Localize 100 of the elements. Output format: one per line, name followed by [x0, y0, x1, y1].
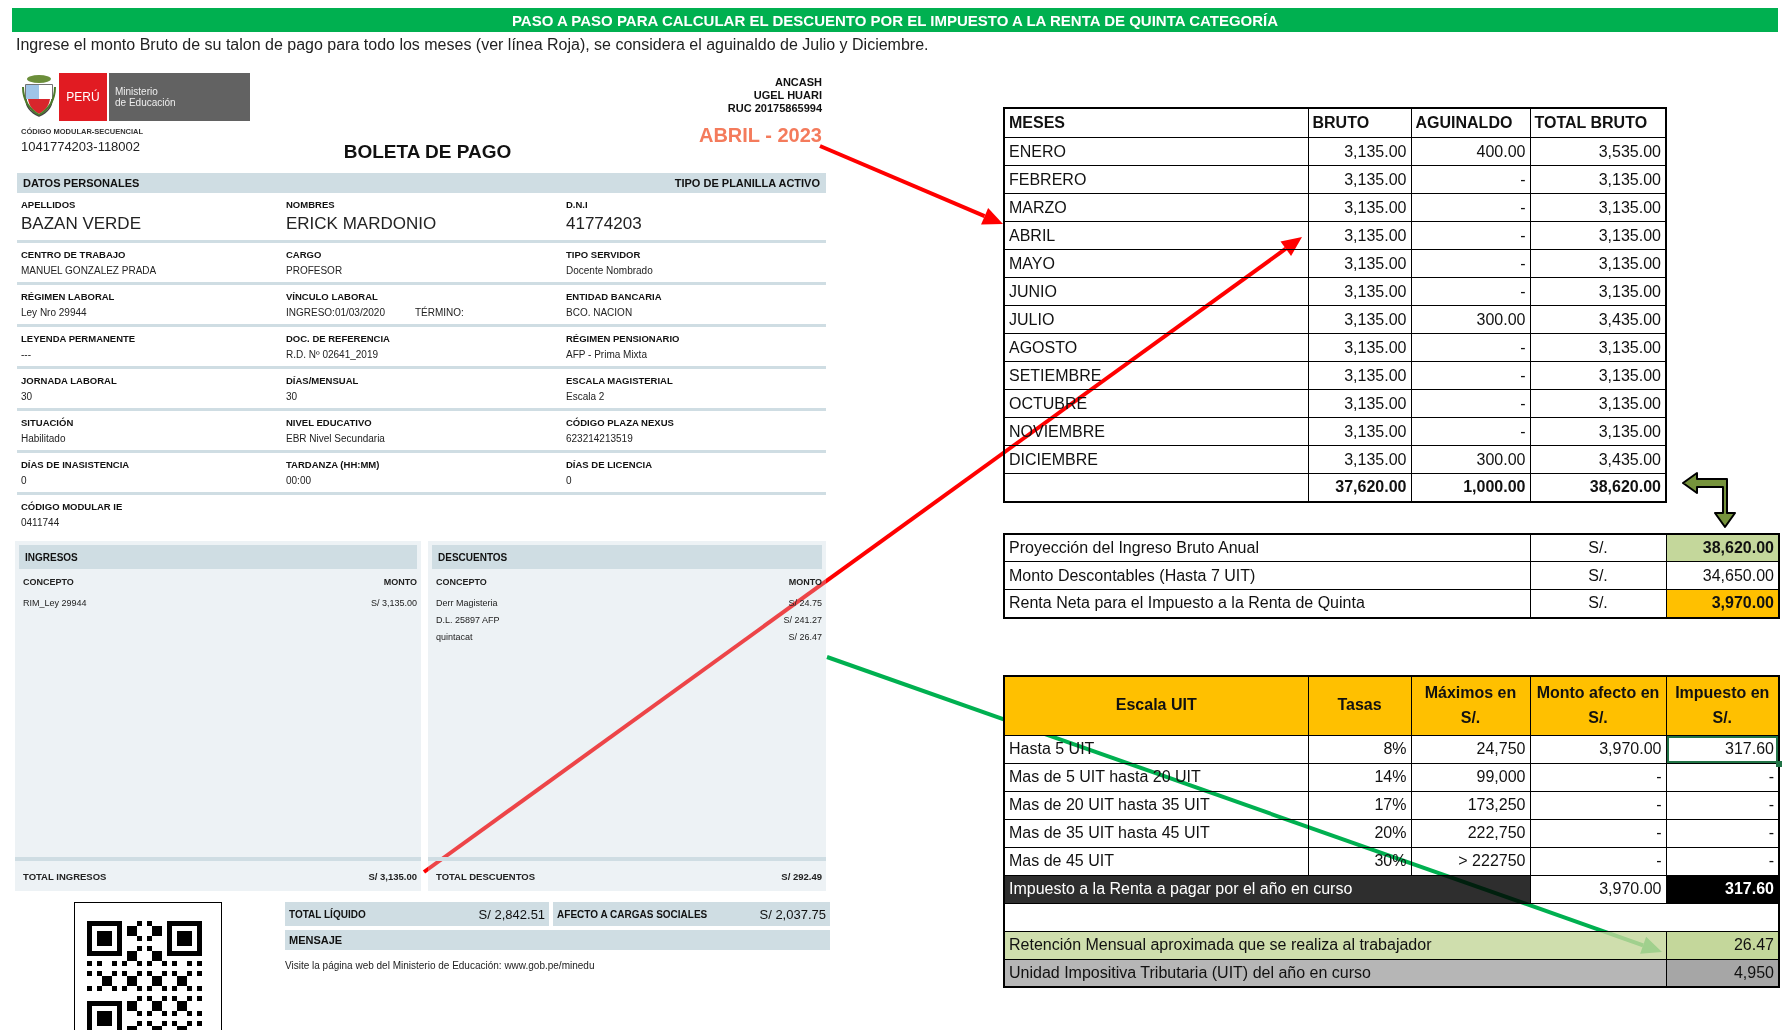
- field-label: CÓDIGO MODULAR IE: [21, 501, 124, 512]
- field-value: 30: [21, 391, 34, 402]
- total-value: S/ 292.49: [781, 870, 822, 882]
- total-label: TOTAL INGRESOS: [23, 870, 107, 882]
- table-cell: JUNIO: [1004, 277, 1308, 306]
- summary-value: S/ 2,037.75: [759, 906, 826, 922]
- table-cell: 3,135.00: [1308, 305, 1411, 334]
- period-text: ABRIL - 2023: [699, 124, 822, 147]
- column-header: Impuesto en S/.: [1666, 675, 1779, 735]
- table-cell: -: [1411, 193, 1530, 222]
- table-cell: 3,135.00: [1308, 193, 1411, 222]
- table-cell: -: [1530, 791, 1666, 819]
- field-value: MANUEL GONZALEZ PRADA: [21, 265, 158, 276]
- field-value: Habilitado: [21, 433, 67, 444]
- column-header: Monto afecto en S/.: [1530, 675, 1666, 735]
- table-cell: Mas de 35 UIT hasta 45 UIT: [1004, 819, 1308, 847]
- table-cell: -: [1411, 333, 1530, 362]
- table-cell: 3,135.00: [1308, 445, 1411, 474]
- field-label: CENTRO DE TRABAJO: [21, 249, 127, 260]
- table-cell: 26.47: [1666, 931, 1779, 959]
- concept-text: Derr Magisteria: [436, 598, 498, 608]
- field-label: CARGO: [286, 249, 323, 260]
- column-header: Escala UIT: [1004, 675, 1308, 735]
- amount-text: S/ 3,135.00: [370, 598, 417, 608]
- message-text: Visite la página web del Ministerio de Educación: www.gob.pe/minedu: [285, 960, 596, 971]
- table-cell: Unidad Impositiva Tributaria (UIT) del año en curso: [1004, 959, 1666, 987]
- field-label: DÍAS DE INASISTENCIA: [21, 459, 131, 470]
- table-cell: 3,135.00: [1308, 165, 1411, 194]
- field-value: Escala 2: [566, 391, 606, 402]
- title-banner: PASO A PASO PARA CALCULAR EL DESCUENTO POR EL IMPUESTO A LA RENTA DE QUINTA CATEGORÍA: [12, 8, 1778, 32]
- panel-title: INGRESOS: [19, 545, 417, 569]
- field-label: NOMBRES: [286, 199, 336, 210]
- field-label: NIVEL EDUCATIVO: [286, 417, 373, 428]
- table-cell: 3,135.00: [1308, 277, 1411, 306]
- table-cell: DICIEMBRE: [1004, 445, 1308, 474]
- table-cell: Mas de 20 UIT hasta 35 UIT: [1004, 791, 1308, 819]
- ministry-logo: Ministerio de Educación: [109, 73, 250, 121]
- coat-of-arms-icon: [21, 73, 57, 117]
- table-cell: 3,135.00: [1308, 333, 1411, 362]
- field-value: AFP - Prima Mixta: [566, 349, 648, 360]
- table-cell: > 222750: [1411, 847, 1530, 875]
- field-value: 0411744: [21, 517, 61, 528]
- table-cell: -: [1530, 819, 1666, 847]
- field-label: SITUACIÓN: [21, 417, 75, 428]
- field-value: Ley Nro 29944: [21, 307, 88, 318]
- country-logo: PERÚ: [59, 73, 107, 121]
- table-cell: Retención Mensual aproximada que se realiza al trabajador: [1004, 931, 1666, 959]
- concept-text: D.L. 25897 AFP: [436, 615, 500, 625]
- field-value: 41774203: [566, 214, 643, 234]
- table-cell: FEBRERO: [1004, 165, 1308, 194]
- field-label: APELLIDOS: [21, 199, 77, 210]
- table-cell: 14%: [1308, 763, 1411, 791]
- total-value: S/ 3,135.00: [368, 870, 417, 882]
- table-cell: -: [1411, 249, 1530, 278]
- table-cell: -: [1411, 417, 1530, 446]
- concept-text: quintacat: [436, 632, 473, 642]
- table-cell: 3,135.00: [1308, 249, 1411, 278]
- field-label: DOC. DE REFERENCIA: [286, 333, 391, 344]
- field-value: 00:00: [286, 475, 313, 486]
- field-value: R.D. Nº 02641_2019: [286, 349, 380, 360]
- table-cell: 173,250: [1411, 791, 1530, 819]
- amount-text: S/ 26.47: [788, 632, 822, 642]
- table-cell: -: [1411, 221, 1530, 250]
- field-label: CÓDIGO PLAZA NEXUS: [566, 417, 675, 428]
- payroll-type: TIPO DE PLANILLA ACTIVO: [674, 177, 820, 189]
- field-label: JORNADA LABORAL: [21, 375, 118, 386]
- field-value: EBR Nivel Secundaria: [286, 433, 386, 444]
- table-cell: 3,135.00: [1308, 221, 1411, 250]
- table-cell: -: [1530, 763, 1666, 791]
- field-label: LEYENDA PERMANENTE: [21, 333, 137, 344]
- table-cell: AGOSTO: [1004, 333, 1308, 362]
- table-cell: MARZO: [1004, 193, 1308, 222]
- field-value: TÉRMINO:: [414, 307, 464, 318]
- table-cell: -: [1411, 389, 1530, 418]
- total-label: Impuesto a la Renta a pagar por el año en curso: [1004, 875, 1530, 903]
- field-value: 0: [21, 475, 28, 486]
- table-cell: 17%: [1308, 791, 1411, 819]
- table-cell: S/.: [1530, 533, 1666, 562]
- table-cell: SETIEMBRE: [1004, 361, 1308, 390]
- table-cell: 3,135.00: [1308, 361, 1411, 390]
- table-cell: -: [1411, 165, 1530, 194]
- column-header: Tasas: [1308, 675, 1411, 735]
- field-value: 623214213519: [566, 433, 634, 444]
- table-cell: Proyección del Ingreso Bruto Anual: [1004, 533, 1530, 562]
- table-cell: 400.00: [1411, 137, 1530, 166]
- table-cell: 300.00: [1411, 445, 1530, 474]
- amount-text: S/ 241.27: [783, 615, 822, 625]
- table-cell: 3,135.00: [1308, 389, 1411, 418]
- table-cell: 3,135.00: [1308, 137, 1411, 166]
- table-cell: 8%: [1308, 735, 1411, 763]
- table-cell: 38,620.00: [1666, 533, 1779, 562]
- code-value: 1041774203-118002: [21, 139, 142, 154]
- field-label: ESCALA MAGISTERIAL: [566, 375, 674, 386]
- summary-label: AFECTO A CARGAS SOCIALES: [557, 908, 708, 920]
- table-cell: 99,000: [1411, 763, 1530, 791]
- table-cell: -: [1411, 361, 1530, 390]
- field-value: INGRESO:01/03/2020: [286, 307, 385, 318]
- field-value: ---: [21, 349, 32, 360]
- field-value: BCO. NACION: [566, 307, 634, 318]
- table-cell: 34,650.00: [1666, 561, 1779, 590]
